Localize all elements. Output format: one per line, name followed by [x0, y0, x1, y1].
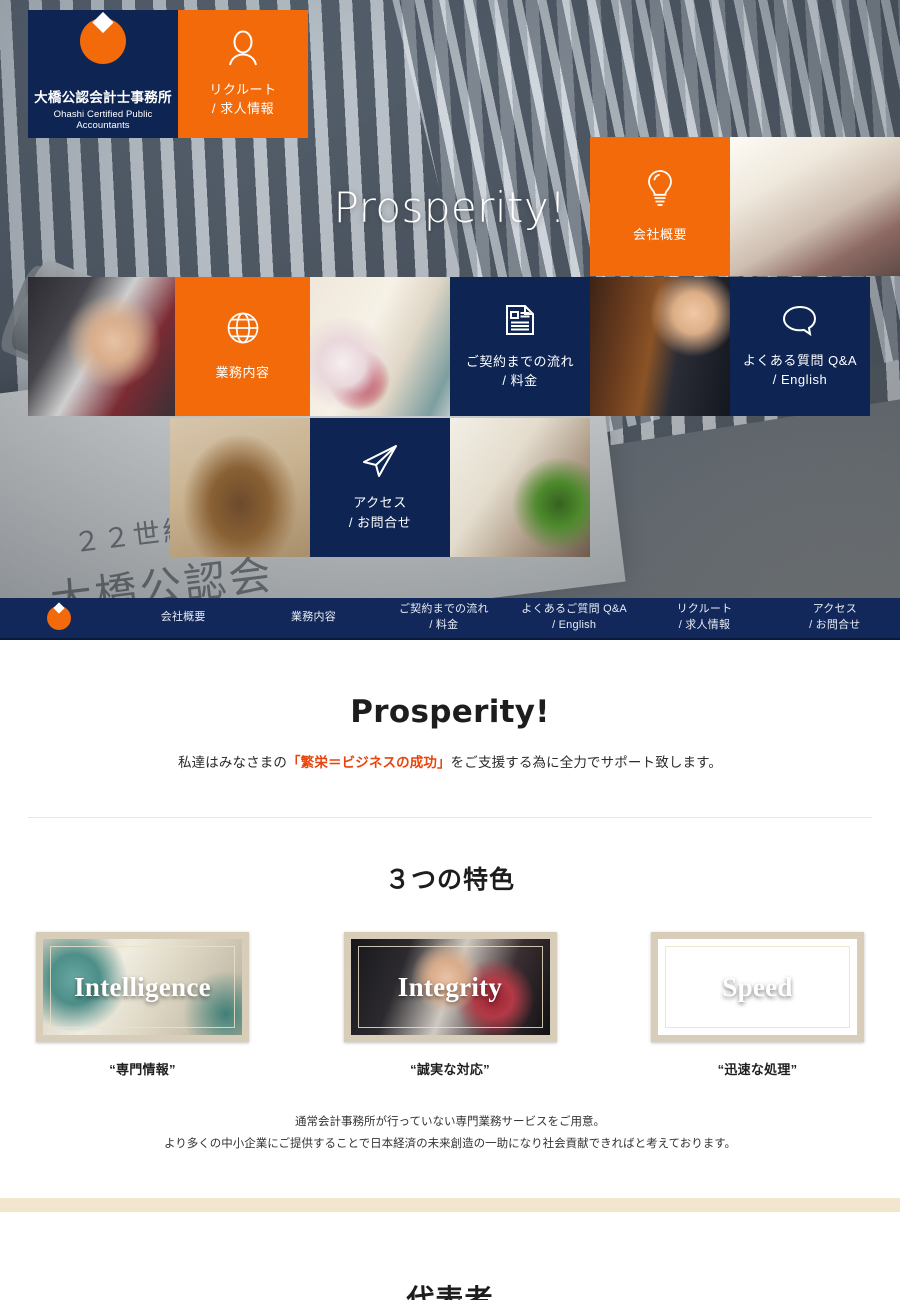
nav-item-company[interactable]: 会社概要 — [118, 610, 248, 626]
nav-item-list: 会社概要 業務内容 ご契約までの流れ / 料金 よくあるご質問 Q&A / Engl… — [118, 602, 900, 634]
beige-divider-bar — [0, 1197, 900, 1212]
nav-item-contract-flow[interactable]: ご契約までの流れ / 料金 — [379, 602, 509, 634]
intro-section: Prosperity! 私達はみなさまの「繁栄＝ビジネスの成功」をご支援する為に… — [0, 640, 900, 817]
hero-tile-contract-flow[interactable]: ご契約までの流れ / 料金 — [450, 277, 590, 416]
nav-item-faq[interactable]: よくあるご質問 Q&A / English — [509, 602, 639, 634]
leader-section: 代表者 資格 プロフィール — [0, 1212, 900, 1300]
hero-tile-access-label: アクセス / お問合せ — [348, 495, 412, 530]
paper-plane-icon — [360, 443, 400, 479]
photo-tile-flowers — [310, 277, 458, 416]
feature-card-frame: Intelligence — [36, 932, 249, 1042]
hero-tile-access[interactable]: アクセス / お問合せ — [310, 418, 450, 557]
feature-card-frame: Integrity — [343, 932, 557, 1042]
intro-lead: 私達はみなさまの「繁栄＝ビジネスの成功」をご支援する為に全力でサポート致します。 — [28, 751, 872, 771]
logo-name-jp: 大橋公認会計士事務所 — [34, 89, 172, 105]
photo-tile-businessman — [590, 277, 730, 416]
hero-tile-faq-label: よくある質問 Q&A / English — [742, 352, 858, 388]
feature-card-word: Intelligence — [74, 971, 211, 1002]
hero-tile-recruit[interactable]: リクルート / 求人情報 — [178, 10, 308, 138]
feature-card-word: Speed — [722, 971, 793, 1002]
hero-title: Prosperity! — [333, 183, 567, 232]
speech-bubble-icon — [781, 304, 819, 336]
hero-tile-services-label: 業務内容 — [215, 364, 270, 380]
person-icon — [227, 30, 259, 66]
nav-item-access[interactable]: アクセス / お問合せ — [770, 602, 900, 634]
document-icon — [503, 303, 537, 337]
logo-name-en: Ohashi Certified Public Accountants — [53, 108, 153, 131]
hero-tile-faq[interactable]: よくある質問 Q&A / English — [730, 277, 870, 416]
hero-logo-tile[interactable]: 大橋公認会計士事務所 Ohashi Certified Public Accou… — [28, 10, 178, 138]
main-navigation: 会社概要 業務内容 ご契約までの流れ / 料金 よくあるご質問 Q&A / Engl… — [0, 598, 900, 640]
intro-lead-post: をご支援する為に全力でサポート致します。 — [450, 755, 723, 770]
logo-circle-diamond-icon — [47, 602, 71, 630]
feature-card-caption: “専門情報” — [109, 1062, 176, 1077]
nav-logo-button[interactable] — [0, 602, 118, 630]
feature-card-word: Integrity — [397, 971, 503, 1002]
photo-tile-office-interior — [450, 418, 590, 557]
logo-circle-diamond-icon — [80, 11, 126, 64]
photo-tile-handshake — [28, 277, 175, 416]
feature-card-caption: “迅速な処理” — [717, 1062, 798, 1077]
features-heading: ３つの特色 — [384, 866, 515, 894]
hero-tile-recruit-label: リクルート / 求人情報 — [209, 81, 277, 117]
hero-banner: ２２世紀への会社強靭化 大橋公認会 大橋公認会計士事務所 Ohashi Cert… — [0, 0, 900, 598]
intro-lead-pre: 私達はみなさまの — [177, 755, 288, 770]
feature-card-intelligence[interactable]: Intelligence “専門情報” — [36, 932, 249, 1078]
hero-tile-services[interactable]: 業務内容 — [175, 277, 310, 416]
features-note: 通常会計事務所が行っていない専門業務サービスをご用意。 より多くの中小企業にご提… — [0, 1112, 900, 1156]
leader-heading: 代表者 — [406, 1283, 494, 1300]
nav-item-recruit[interactable]: リクルート / 求人情報 — [639, 602, 769, 634]
globe-icon — [226, 311, 260, 345]
photo-tile-building-entrance — [170, 418, 310, 557]
hero-tile-contract-flow-label: ご契約までの流れ / 料金 — [465, 353, 575, 389]
feature-card-frame: Speed — [651, 932, 864, 1042]
nav-item-services[interactable]: 業務内容 — [248, 610, 378, 626]
features-section: ３つの特色 Intelligence “専門情報” Integrity “誠実な… — [0, 818, 900, 1178]
features-note-line-2: より多くの中小企業にご提供することで日本経済の未来創造の一助になり社会貢献できれ… — [163, 1137, 737, 1150]
feature-card-list: Intelligence “専門情報” Integrity “誠実な対応” Sp… — [0, 932, 900, 1078]
intro-heading: Prosperity! — [350, 694, 550, 730]
feature-card-speed[interactable]: Speed “迅速な処理” — [651, 932, 864, 1078]
features-note-line-1: 通常会計事務所が行っていない専門業務サービスをご用意。 — [295, 1116, 605, 1128]
intro-lead-highlight: 「繁栄＝ビジネスの成功」 — [287, 755, 451, 770]
feature-card-integrity[interactable]: Integrity “誠実な対応” — [343, 932, 557, 1078]
feature-card-caption: “誠実な対応” — [410, 1062, 490, 1077]
